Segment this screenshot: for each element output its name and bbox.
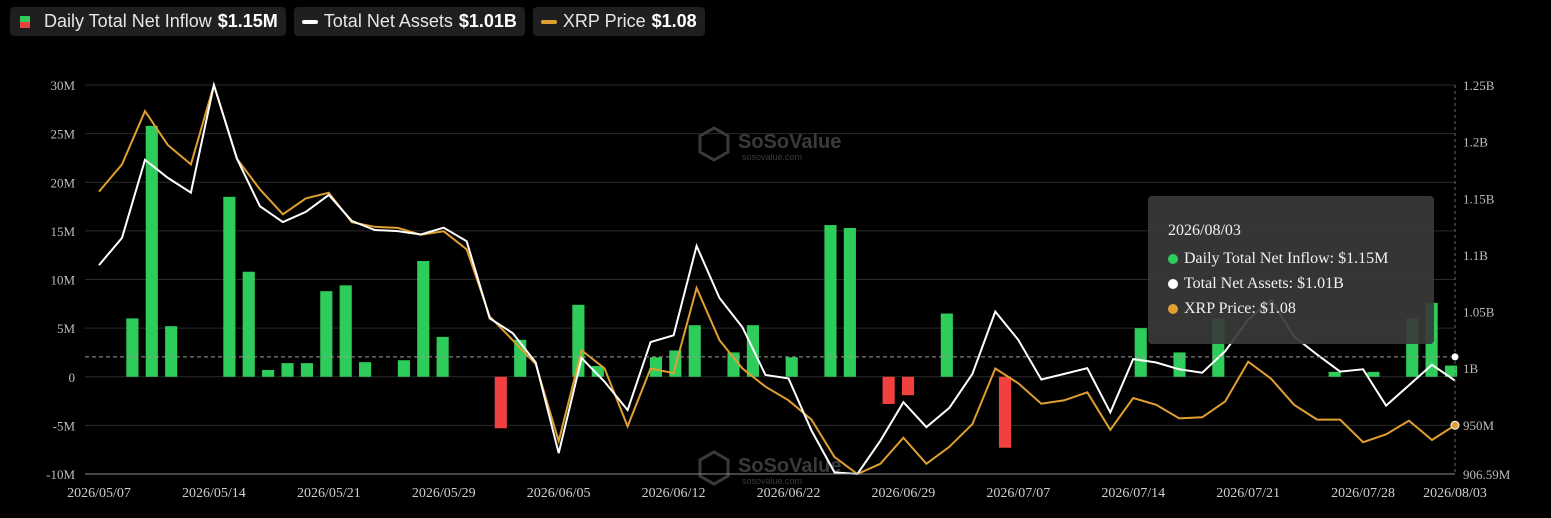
- x-tick-label: 2026/07/07: [986, 486, 1050, 501]
- tooltip-row-inflow: Daily Total Net Inflow: $1.15M: [1168, 246, 1434, 271]
- tooltip-row-assets: Total Net Assets: $1.01B: [1168, 271, 1434, 296]
- y-right-tick-label: 1B: [1463, 361, 1479, 376]
- inflow-bar: [165, 326, 178, 377]
- tooltip-value: $1.15M: [1338, 249, 1389, 267]
- x-tick-label: 2026/05/21: [297, 486, 361, 501]
- hover-tooltip: 2026/08/03 Daily Total Net Inflow: $1.15…: [1148, 196, 1434, 344]
- assets-marker: [1450, 352, 1460, 362]
- tooltip-label: XRP Price:: [1184, 299, 1256, 317]
- inflow-bar: [940, 313, 953, 377]
- inflow-bar: [339, 285, 352, 377]
- inflow-bar: [242, 271, 255, 377]
- y-left-tick-label: -10M: [46, 467, 75, 482]
- price-marker: [1450, 420, 1460, 430]
- y-right-tick-label: 950M: [1463, 418, 1495, 433]
- x-tick-label: 2026/07/28: [1331, 486, 1395, 501]
- inflow-bar: [1367, 371, 1380, 377]
- x-tick-label: 2026/06/22: [757, 486, 821, 501]
- inflow-bar: [145, 125, 158, 377]
- y-left-tick-label: 10M: [50, 273, 75, 288]
- y-right-tick-label: 1.25B: [1463, 78, 1495, 93]
- x-tick-label: 2026/08/03: [1423, 486, 1487, 501]
- inflow-bar: [901, 376, 915, 396]
- inflow-bar: [300, 363, 313, 377]
- sosovalue-logo-icon: [698, 450, 730, 486]
- tooltip-row-price: XRP Price: $1.08: [1168, 296, 1434, 321]
- x-tick-label: 2026/07/14: [1101, 486, 1165, 501]
- sosovalue-logo-icon: [698, 126, 730, 162]
- inflow-bar: [1134, 328, 1147, 377]
- inflow-bar: [1173, 352, 1186, 377]
- y-right-tick-label: 1.15B: [1463, 191, 1495, 206]
- price-dot-icon: [1168, 303, 1178, 314]
- tooltip-date: 2026/08/03: [1168, 222, 1241, 239]
- y-left-tick-label: 30M: [50, 78, 75, 93]
- inflow-bar: [688, 325, 701, 377]
- y-left-tick-label: 5M: [57, 321, 76, 336]
- assets-dot-icon: [1168, 278, 1178, 289]
- inflow-bar: [998, 376, 1012, 448]
- inflow-bar: [359, 362, 372, 377]
- x-tick-label: 2026/05/14: [182, 486, 246, 501]
- y-right-tick-label: 1.1B: [1463, 248, 1488, 263]
- inflow-bar: [649, 357, 663, 377]
- x-tick-label: 2026/06/05: [527, 486, 591, 501]
- tooltip-label: Total Net Assets:: [1184, 274, 1294, 292]
- inflow-bar: [1328, 371, 1341, 377]
- y-right-tick-label: 906.59M: [1463, 467, 1511, 482]
- inflow-bar: [223, 196, 236, 377]
- inflow-bar: [397, 360, 410, 377]
- watermark-bottom: SoSoValue sosovalue.com: [698, 450, 841, 486]
- x-tick-label: 2026/05/07: [67, 486, 131, 501]
- tooltip-label: Daily Total Net Inflow:: [1184, 249, 1335, 267]
- y-left-tick-label: 20M: [50, 175, 75, 190]
- inflow-bar: [281, 363, 294, 377]
- watermark-name: SoSoValue: [738, 131, 841, 153]
- x-tick-label: 2026/07/21: [1216, 486, 1280, 501]
- inflow-bar: [320, 291, 333, 377]
- inflow-dot-icon: [1168, 253, 1178, 264]
- inflow-bar: [824, 225, 837, 377]
- y-left-tick-label: 15M: [50, 224, 75, 239]
- x-tick-label: 2026/05/29: [412, 486, 476, 501]
- watermark-url: sosovalue.com: [742, 152, 802, 162]
- y-right-tick-label: 1.2B: [1463, 135, 1488, 150]
- inflow-bar: [882, 376, 895, 404]
- inflow-bar: [494, 376, 507, 429]
- inflow-bar: [843, 227, 856, 377]
- inflow-bar: [785, 357, 798, 377]
- inflow-bar: [126, 318, 139, 377]
- x-tick-label: 2026/06/12: [642, 486, 706, 501]
- tooltip-value: $1.08: [1259, 299, 1296, 317]
- watermark-top: SoSoValue sosovalue.com: [698, 126, 841, 162]
- y-right-tick-label: 1.05B: [1463, 305, 1495, 320]
- y-left-tick-label: -5M: [53, 418, 76, 433]
- inflow-bar: [514, 339, 527, 377]
- y-left-tick-label: 25M: [50, 127, 75, 142]
- inflow-bar: [262, 369, 275, 377]
- x-tick-label: 2026/06/29: [872, 486, 936, 501]
- tooltip-value: $1.01B: [1297, 274, 1344, 292]
- watermark-url: sosovalue.com: [742, 476, 802, 486]
- inflow-bar: [417, 261, 430, 377]
- y-left-tick-label: 0: [69, 370, 76, 385]
